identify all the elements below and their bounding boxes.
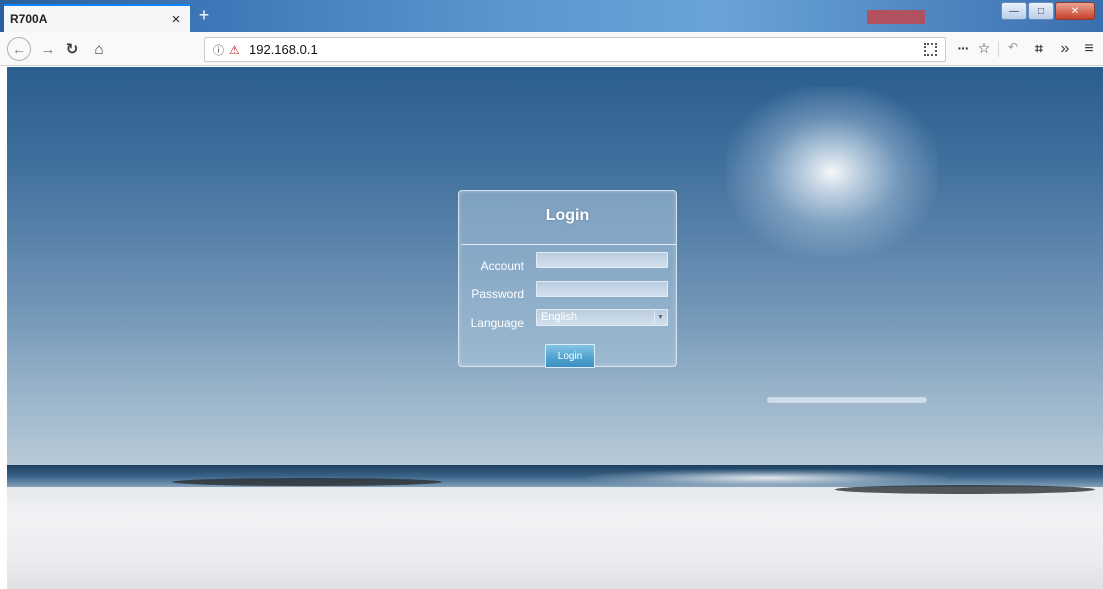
qr-code-icon[interactable]: [924, 43, 937, 56]
browser-titlebar: R700A × + — □ ✕: [0, 0, 1103, 32]
background-rocks-left: [172, 478, 442, 486]
login-panel: Login Account Password Language English …: [458, 190, 677, 368]
tab-close-icon[interactable]: ×: [168, 11, 184, 28]
background-snow-shore: [7, 487, 1103, 589]
maximize-button[interactable]: □: [1028, 2, 1054, 20]
titlebar-badge: [867, 10, 925, 24]
background-sea-glare: [587, 469, 947, 487]
tab-r700a[interactable]: R700A ×: [4, 4, 190, 32]
toolbar-separator: [998, 41, 999, 57]
minimize-button[interactable]: —: [1001, 2, 1027, 20]
url-bar[interactable]: ⓘ ⚠ 192.168.0.1: [204, 37, 946, 62]
chevron-overflow-icon[interactable]: »: [1056, 40, 1074, 58]
background-rocks-right: [835, 485, 1095, 494]
more-icon[interactable]: ···: [954, 40, 972, 58]
star-icon[interactable]: ☆: [975, 40, 993, 58]
login-button[interactable]: Login: [545, 344, 595, 368]
window-controls: — □ ✕: [1001, 2, 1095, 20]
home-icon[interactable]: ⌂: [88, 38, 110, 60]
insecure-connection-icon[interactable]: ⚠: [229, 43, 243, 57]
language-select[interactable]: English ▼: [536, 309, 668, 326]
language-label: Language: [470, 316, 524, 330]
forward-arrow-icon[interactable]: →: [38, 38, 58, 60]
crop-icon[interactable]: ⌗: [1030, 40, 1048, 58]
url-text[interactable]: 192.168.0.1: [249, 42, 318, 57]
password-input[interactable]: [536, 281, 668, 297]
language-selected-value: English: [541, 311, 578, 323]
hamburger-menu-icon[interactable]: ≡: [1080, 40, 1098, 58]
password-label: Password: [471, 287, 524, 301]
browser-toolbar: ← → ↻ ⌂ ⓘ ⚠ 192.168.0.1 ··· ☆ ↶ ⌗ » ≡: [0, 32, 1103, 66]
account-input[interactable]: [536, 252, 668, 268]
background-cloud: [767, 397, 927, 403]
login-divider: [461, 244, 676, 245]
new-tab-button[interactable]: +: [194, 6, 214, 26]
back-arrow-icon[interactable]: ←: [7, 37, 31, 61]
login-title: Login: [545, 207, 590, 224]
background-sun: [727, 87, 937, 257]
close-window-button[interactable]: ✕: [1055, 2, 1095, 20]
tab-title: R700A: [10, 12, 48, 26]
undo-icon[interactable]: ↶: [1004, 40, 1022, 58]
page-content: Login Account Password Language English …: [7, 67, 1103, 589]
account-label: Account: [480, 259, 524, 273]
info-icon[interactable]: ⓘ: [213, 42, 227, 58]
chevron-down-icon[interactable]: ▼: [654, 311, 666, 324]
reload-icon[interactable]: ↻: [62, 38, 82, 60]
